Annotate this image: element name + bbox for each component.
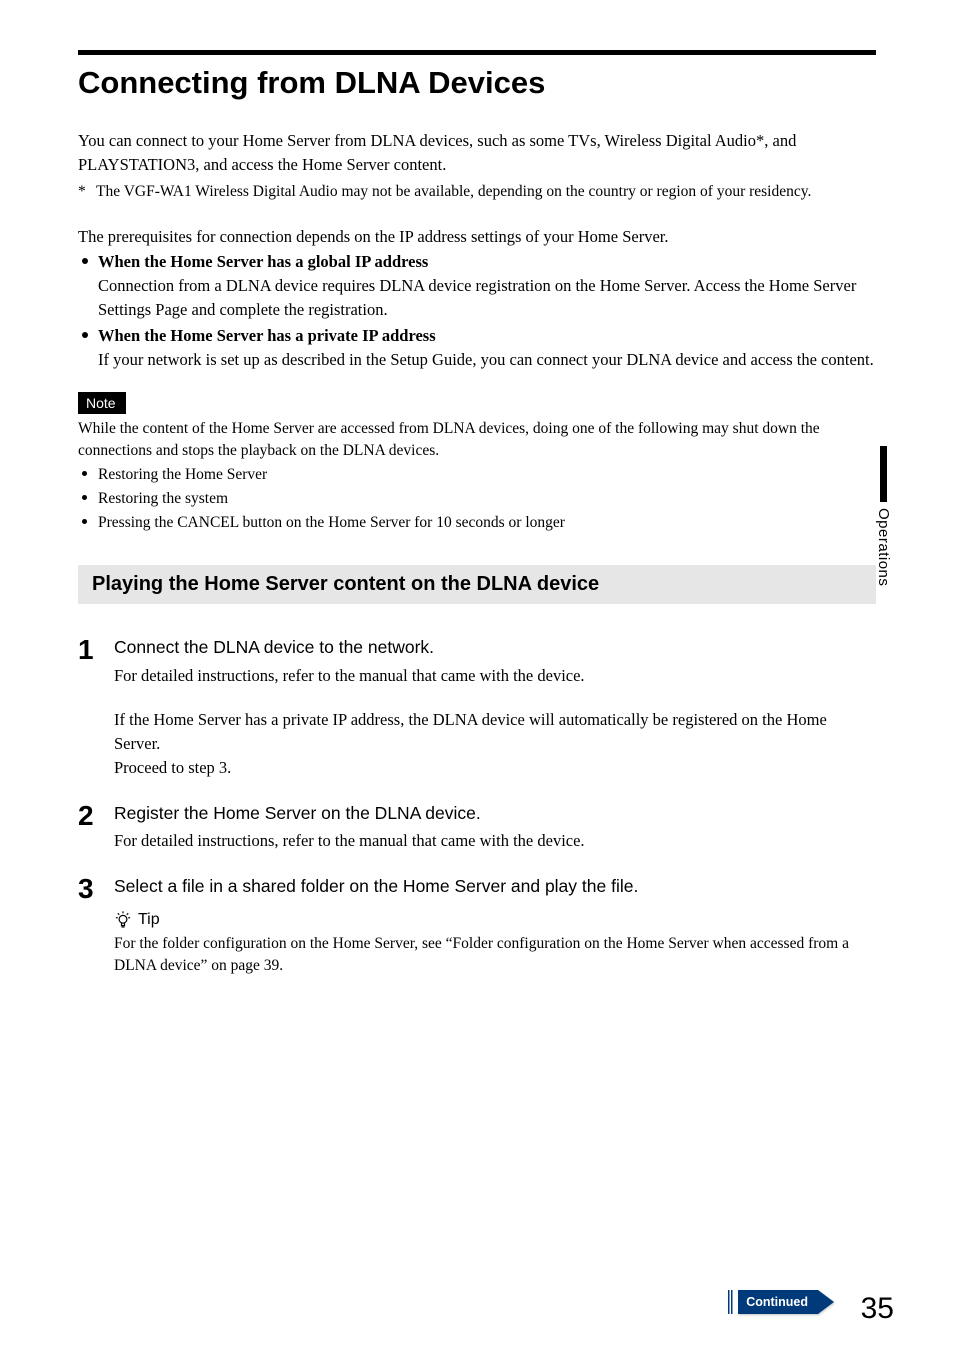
step-number: 1: [78, 636, 114, 779]
step-2: 2 Register the Home Server on the DLNA d…: [78, 802, 876, 854]
step-heading: Connect the DLNA device to the network.: [114, 636, 876, 660]
page-number: 35: [861, 1292, 894, 1326]
step-desc: Proceed to step 3.: [114, 756, 876, 780]
note-intro: While the content of the Home Server are…: [78, 418, 876, 461]
note-item: Restoring the Home Server: [78, 463, 876, 487]
condition-body: Connection from a DLNA device requires D…: [98, 276, 856, 319]
condition-item: When the Home Server has a private IP ad…: [78, 324, 876, 372]
arrow-right-icon: [818, 1290, 834, 1314]
step-body: Register the Home Server on the DLNA dev…: [114, 802, 876, 854]
section-heading-text: Playing the Home Server content on the D…: [92, 573, 599, 595]
page-title: Connecting from DLNA Devices: [78, 65, 876, 101]
prerequisites-block: The prerequisites for connection depends…: [78, 225, 876, 373]
step-number: 2: [78, 802, 114, 854]
step-desc: If the Home Server has a private IP addr…: [114, 708, 876, 756]
condition-title: When the Home Server has a private IP ad…: [98, 326, 436, 345]
continued-indicator: Continued: [728, 1290, 834, 1314]
step-heading: Select a file in a shared folder on the …: [114, 875, 876, 899]
condition-item: When the Home Server has a global IP add…: [78, 250, 876, 322]
condition-title: When the Home Server has a global IP add…: [98, 252, 428, 271]
step-heading: Register the Home Server on the DLNA dev…: [114, 802, 876, 826]
step-desc: For detailed instructions, refer to the …: [114, 664, 876, 688]
continued-label: Continued: [738, 1290, 818, 1314]
side-tab-bar: [880, 446, 887, 502]
conditions-list: When the Home Server has a global IP add…: [78, 250, 876, 372]
footnote-marker: *: [78, 181, 96, 203]
note-tag: Note: [78, 392, 126, 414]
footnote: * The VGF-WA1 Wireless Digital Audio may…: [78, 181, 876, 203]
condition-body: If your network is set up as described i…: [98, 350, 874, 369]
step-3: 3 Select a file in a shared folder on th…: [78, 875, 876, 976]
note-item: Pressing the CANCEL button on the Home S…: [78, 511, 876, 535]
prereq-intro: The prerequisites for connection depends…: [78, 225, 876, 249]
note-item: Restoring the system: [78, 487, 876, 511]
step-body: Connect the DLNA device to the network. …: [114, 636, 876, 779]
step-desc: For detailed instructions, refer to the …: [114, 829, 876, 853]
step-1: 1 Connect the DLNA device to the network…: [78, 636, 876, 779]
step-body: Select a file in a shared folder on the …: [114, 875, 876, 976]
side-tab-label: Operations: [875, 508, 892, 586]
footnote-text: The VGF-WA1 Wireless Digital Audio may n…: [96, 181, 811, 203]
note-list: Restoring the Home Server Restoring the …: [78, 463, 876, 535]
tip-row: Tip: [114, 911, 876, 929]
step-number: 3: [78, 875, 114, 976]
side-tab: Operations: [875, 446, 892, 586]
top-rule: [78, 50, 876, 55]
manual-page: Connecting from DLNA Devices You can con…: [0, 0, 954, 1354]
intro-paragraph: You can connect to your Home Server from…: [78, 129, 876, 177]
lightbulb-icon: [114, 911, 132, 929]
section-heading-bar: Playing the Home Server content on the D…: [78, 565, 876, 604]
steps-block: 1 Connect the DLNA device to the network…: [78, 636, 876, 976]
tip-label: Tip: [138, 911, 160, 929]
tip-body: For the folder configuration on the Home…: [114, 933, 876, 976]
continued-stripes-icon: [728, 1290, 734, 1314]
